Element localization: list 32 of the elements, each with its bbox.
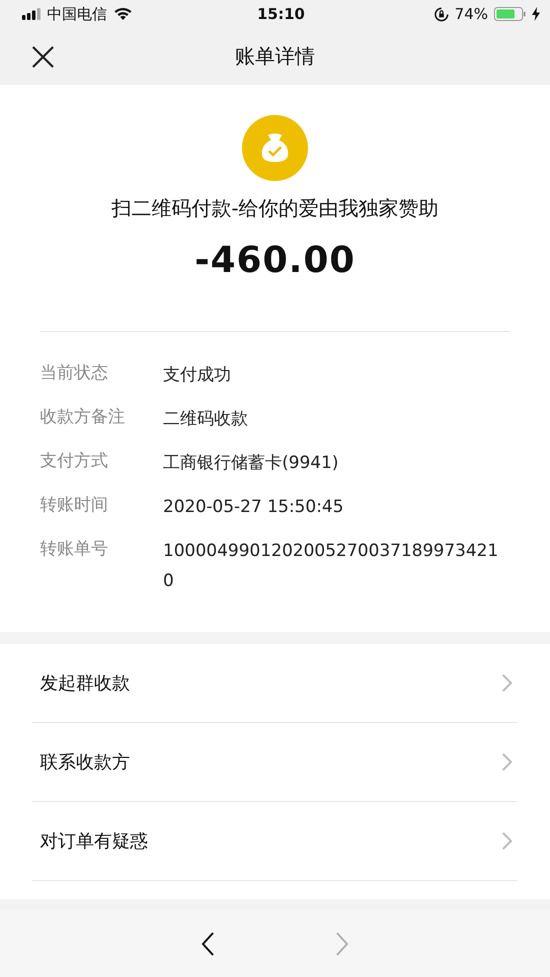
chevron-right-icon bbox=[502, 753, 512, 771]
action-item[interactable]: 对订单有疑惑 bbox=[32, 802, 517, 881]
battery-percent: 74% bbox=[454, 5, 488, 23]
detail-label: 转账时间 bbox=[40, 494, 109, 517]
rotation-lock-icon bbox=[434, 6, 449, 22]
detail-value: 二维码收款 bbox=[163, 408, 248, 431]
chevron-right-icon bbox=[502, 674, 512, 692]
detail-label: 转账单号 bbox=[40, 538, 109, 561]
payment-title: 扫二维码付款-给你的爱由我独家赞助 bbox=[111, 195, 439, 222]
action-item[interactable]: 发起群收款 bbox=[32, 644, 517, 723]
close-button[interactable] bbox=[30, 44, 56, 70]
signal-icon bbox=[22, 8, 41, 20]
clock-time: 15:10 bbox=[257, 5, 305, 23]
detail-label: 支付方式 bbox=[40, 450, 109, 473]
chevron-right-icon bbox=[502, 832, 512, 850]
page-title: 账单详情 bbox=[235, 43, 315, 70]
detail-value: 10000499012020052700371899734210 bbox=[163, 540, 498, 593]
detail-label: 收款方备注 bbox=[40, 406, 126, 429]
action-item[interactable]: 联系收款方 bbox=[32, 723, 517, 802]
chevron-right-icon bbox=[335, 932, 349, 956]
detail-value: 工商银行储蓄卡(9941) bbox=[163, 452, 339, 475]
detail-label: 当前状态 bbox=[40, 362, 109, 385]
wifi-icon bbox=[113, 7, 133, 21]
close-icon bbox=[30, 44, 56, 70]
carrier-name: 中国电信 bbox=[47, 4, 107, 24]
detail-value: 支付成功 bbox=[163, 364, 231, 387]
charging-icon bbox=[532, 7, 540, 21]
chevron-left-icon bbox=[201, 932, 215, 956]
detail-value: 2020-05-27 15:50:45 bbox=[163, 496, 344, 519]
money-bag-icon bbox=[242, 115, 308, 181]
battery-icon bbox=[494, 7, 526, 21]
payment-amount: -460.00 bbox=[194, 240, 356, 281]
